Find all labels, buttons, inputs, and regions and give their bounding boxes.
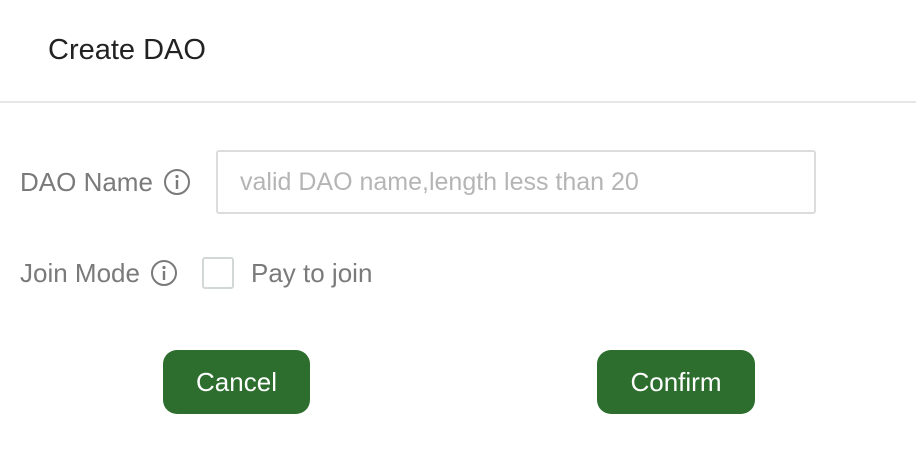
join-mode-row: Join Mode: [20, 254, 178, 292]
dialog-header: Create DAO: [0, 0, 916, 103]
confirm-button[interactable]: Confirm: [597, 350, 755, 414]
join-mode-label: Join Mode: [20, 258, 140, 288]
dao-name-row: DAO Name: [20, 150, 191, 214]
dialog-title: Create DAO: [48, 34, 206, 66]
create-dao-dialog: Create DAO DAO Name Join Mode Pay to joi…: [0, 0, 916, 470]
join-mode-info-icon[interactable]: [150, 259, 178, 287]
pay-to-join-label[interactable]: Pay to join: [251, 258, 372, 288]
dao-name-input[interactable]: [216, 150, 816, 214]
cancel-button[interactable]: Cancel: [163, 350, 310, 414]
dao-name-info-icon[interactable]: [163, 168, 191, 196]
pay-to-join-checkbox[interactable]: [202, 257, 234, 289]
dao-name-label: DAO Name: [20, 167, 153, 197]
